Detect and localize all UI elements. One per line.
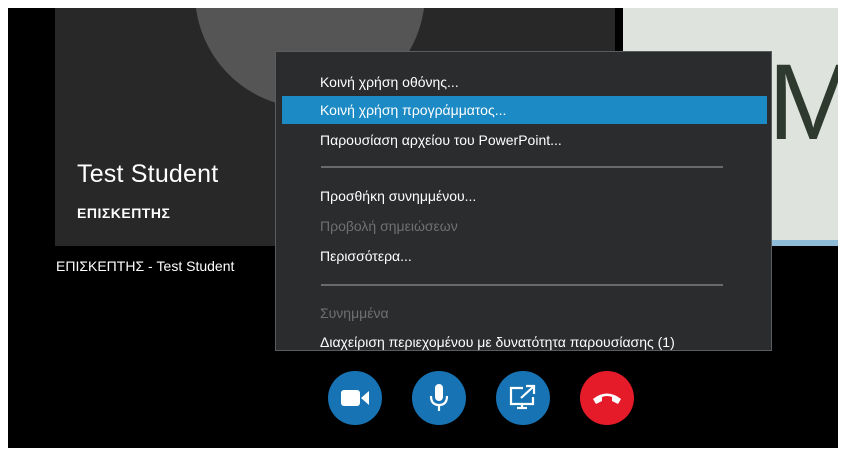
video-camera-icon bbox=[341, 390, 369, 406]
menu-item-view-notes: Προβολή σημειώσεων bbox=[320, 218, 458, 234]
hang-up-phone-icon bbox=[593, 393, 621, 404]
menu-item-attachments: Συνημμένα bbox=[320, 305, 389, 321]
menu-item-share-desktop[interactable]: Κοινή χρήση οθόνης... bbox=[282, 68, 767, 96]
microphone-icon bbox=[429, 384, 449, 411]
menu-separator bbox=[321, 284, 723, 286]
present-button[interactable] bbox=[496, 371, 550, 425]
mute-button[interactable] bbox=[412, 371, 466, 425]
participant-name: Test Student bbox=[77, 160, 219, 188]
menu-item-more[interactable]: Περισσότερα... bbox=[282, 242, 767, 270]
menu-item-present-powerpoint[interactable]: Παρουσίαση αρχείου του PowerPoint... bbox=[282, 126, 767, 154]
video-button[interactable] bbox=[328, 371, 382, 425]
hang-up-button[interactable] bbox=[580, 371, 634, 425]
participant-caption: ΕΠΙΣΚΕΠΤΗΣ - Test Student bbox=[56, 258, 235, 274]
menu-item-manage-presentable-content[interactable]: Διαχείριση περιεχομένου με δυνατότητα πα… bbox=[282, 328, 767, 356]
present-screen-icon bbox=[509, 384, 536, 410]
share-content-menu: Κοινή χρήση οθόνης... Κοινή χρήση προγρά… bbox=[275, 51, 772, 351]
meeting-stage: Test Student ΕΠΙΣΚΕΠΤΗΣ ΕΠΙΣΚΕΠΤΗΣ - Tes… bbox=[8, 8, 838, 448]
menu-separator bbox=[321, 166, 723, 168]
menu-item-share-program[interactable]: Κοινή χρήση προγράμματος... bbox=[282, 96, 767, 124]
slide-text: M bbox=[768, 41, 838, 162]
menu-item-add-attachment[interactable]: Προσθήκη συνημμένου... bbox=[282, 182, 767, 210]
participant-role: ΕΠΙΣΚΕΠΤΗΣ bbox=[77, 205, 171, 221]
